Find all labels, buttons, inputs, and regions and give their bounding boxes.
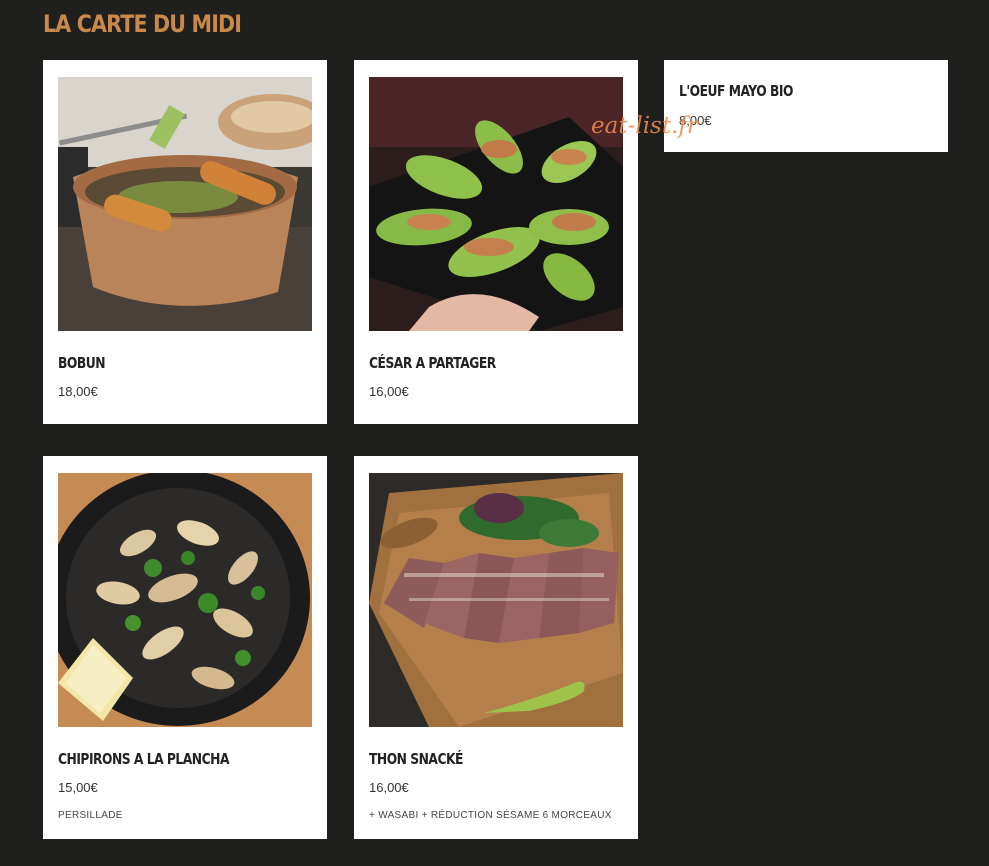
dish-name[interactable]: CÉSAR A PARTAGER [369, 354, 496, 372]
menu-item-card[interactable]: L'OEUF MAYO BIO 8,00€ [664, 60, 948, 152]
dish-photo-cesar[interactable] [369, 77, 623, 331]
menu-item-card[interactable]: THON SNACKÉ 16,00€ + WASABI + RÉDUCTION … [354, 456, 638, 839]
dish-description: + WASABI + RÉDUCTION SÉSAME 6 MORCEAUX [369, 810, 612, 821]
dish-price: 15,00€ [58, 780, 98, 795]
dish-photo-thon[interactable] [369, 473, 623, 727]
menu-item-card[interactable]: BOBUN 18,00€ [43, 60, 327, 424]
dish-price: 18,00€ [58, 384, 98, 399]
dish-price: 16,00€ [369, 384, 409, 399]
dish-price: 8,00€ [679, 113, 712, 128]
dish-name[interactable]: CHIPIRONS A LA PLANCHA [58, 750, 229, 768]
menu-item-card[interactable]: CHIPIRONS A LA PLANCHA 15,00€ PERSILLADE [43, 456, 327, 839]
dish-name[interactable]: L'OEUF MAYO BIO [679, 82, 793, 100]
menu-item-card[interactable]: CÉSAR A PARTAGER 16,00€ [354, 60, 638, 424]
dish-photo-bobun[interactable] [58, 77, 312, 331]
section-title: LA CARTE DU MIDI [43, 10, 242, 38]
dish-photo-chipirons[interactable] [58, 473, 312, 727]
dish-name[interactable]: THON SNACKÉ [369, 750, 463, 768]
dish-description: PERSILLADE [58, 810, 123, 821]
dish-name[interactable]: BOBUN [58, 354, 106, 372]
dish-price: 16,00€ [369, 780, 409, 795]
